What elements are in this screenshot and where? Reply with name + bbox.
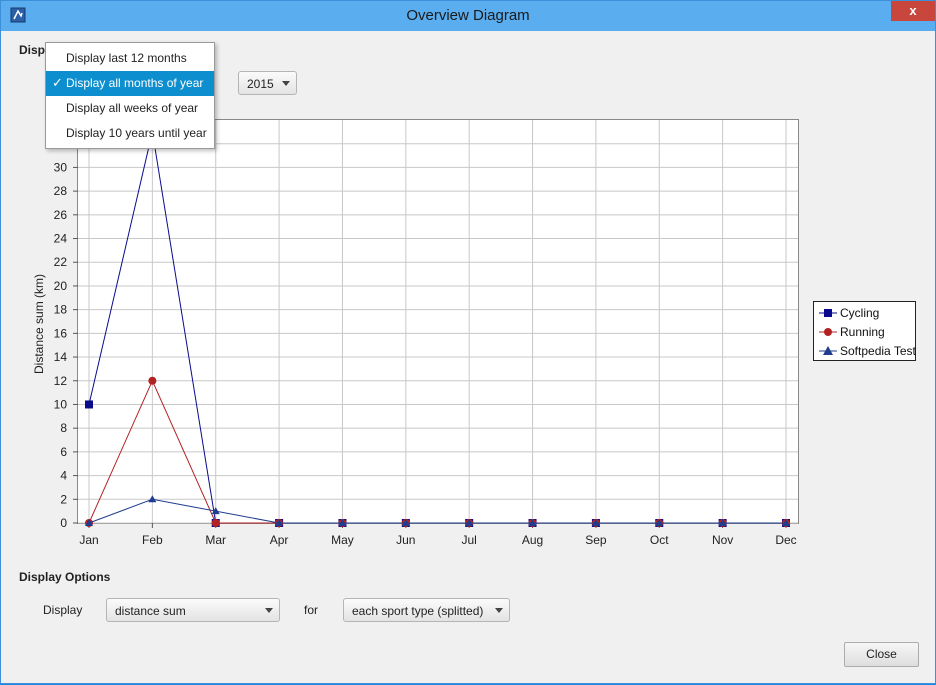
x-tick-label: Dec xyxy=(775,533,796,547)
display-options-label: Display Options xyxy=(19,570,111,584)
x-tick-label: Apr xyxy=(270,533,289,547)
for-label: for xyxy=(304,603,319,617)
chevron-down-icon xyxy=(495,608,503,613)
legend-label: Running xyxy=(840,325,885,339)
y-tick-label: 16 xyxy=(54,326,68,340)
checkmark-icon: ✓ xyxy=(52,75,63,90)
y-tick-label: 28 xyxy=(54,184,68,198)
dropdown-option[interactable]: Display all weeks of year xyxy=(46,96,214,121)
y-tick-label: 2 xyxy=(60,492,67,506)
top-section-label: Disp xyxy=(19,43,46,57)
x-tick-label: Nov xyxy=(712,533,733,547)
y-tick-label: 22 xyxy=(54,255,68,269)
x-tick-label: Jul xyxy=(462,533,477,547)
y-tick-label: 10 xyxy=(54,397,68,411)
value-type-select[interactable]: distance sum xyxy=(106,598,280,622)
x-tick-label: Jan xyxy=(79,533,98,547)
y-tick-label: 20 xyxy=(54,279,68,293)
x-tick-label: May xyxy=(331,533,354,547)
grouping-select[interactable]: each sport type (splitted) xyxy=(343,598,510,622)
chart-plot-area xyxy=(77,119,799,524)
y-tick-label: 24 xyxy=(54,232,68,246)
range-select-dropdown: Display last 12 months ✓ Display all mon… xyxy=(45,42,215,149)
dropdown-option[interactable]: Display 10 years until year xyxy=(46,121,214,146)
y-tick-label: 4 xyxy=(60,469,67,483)
legend-label: Cycling xyxy=(840,306,880,320)
x-tick-label: Oct xyxy=(650,533,669,547)
x-tick-label: Feb xyxy=(142,533,163,547)
chevron-down-icon xyxy=(282,81,290,86)
display-label: Display xyxy=(43,603,83,617)
y-tick-label: 26 xyxy=(54,208,68,222)
year-select-value: 2015 xyxy=(247,77,274,91)
triangle-marker-icon xyxy=(819,346,837,355)
window-title: Overview Diagram xyxy=(406,7,530,24)
window-close-button[interactable]: x xyxy=(891,1,935,21)
square-marker-icon xyxy=(819,309,837,317)
title-bar: Overview Diagram x xyxy=(1,1,935,31)
dropdown-option-selected[interactable]: ✓ Display all months of year xyxy=(46,71,214,96)
value-type-select-value: distance sum xyxy=(115,604,186,618)
chevron-down-icon xyxy=(265,608,273,613)
legend-label: Softpedia Test xyxy=(840,344,916,358)
y-tick-label: 30 xyxy=(54,160,68,174)
x-tick-label: Jun xyxy=(396,533,415,547)
overview-diagram-window: Overview Diagram x Disp 2015 0 2 4 6 8 10 12 14… xyxy=(0,0,936,684)
y-axis-label: Distance sum (km) xyxy=(32,273,46,374)
y-tick-label: 12 xyxy=(54,374,68,388)
year-select[interactable]: 2015 xyxy=(238,71,297,95)
chart-legend: Cycling Running Softpedia Test xyxy=(813,301,916,361)
dropdown-option[interactable]: Display last 12 months xyxy=(46,46,214,71)
y-tick-label: 6 xyxy=(60,445,67,459)
x-tick-label: Aug xyxy=(522,533,543,547)
y-tick-label: 18 xyxy=(54,303,68,317)
x-tick-label: Sep xyxy=(585,533,607,547)
y-tick-label: 8 xyxy=(60,421,67,435)
y-tick-label: 14 xyxy=(54,350,68,364)
x-tick-label: Mar xyxy=(205,533,226,547)
y-tick-label: 0 xyxy=(60,516,67,530)
grouping-select-value: each sport type (splitted) xyxy=(352,604,484,618)
close-button[interactable]: Close xyxy=(844,642,919,667)
circle-marker-icon xyxy=(819,328,837,336)
